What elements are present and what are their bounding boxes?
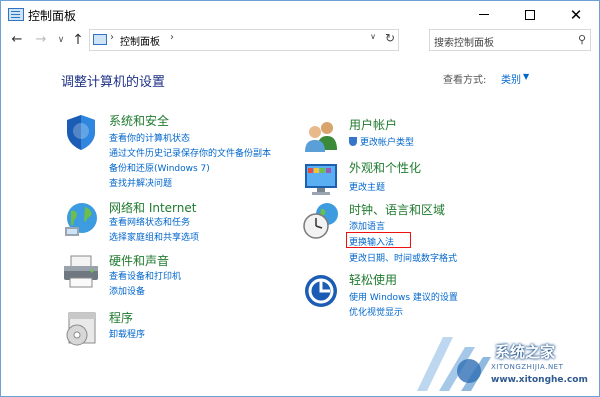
watermark: 系统之家 XITONGZHIJIA.NET www.xitonghe.com (399, 331, 599, 396)
search-input[interactable]: 搜索控制面板 (434, 34, 494, 49)
link-add-device[interactable]: 添加设备 (109, 284, 145, 297)
category-system-security: 系统和安全 查看你的计算机状态 通过文件历史记录保存你的文件备份副本 备份和还原… (61, 112, 311, 192)
link-label[interactable]: 更改帐户类型 (360, 138, 414, 148)
link-uninstall-program[interactable]: 卸载程序 (109, 327, 145, 340)
category-appearance-personalization: 外观和个性化 更改主题 (301, 159, 591, 195)
link-homegroup-sharing[interactable]: 选择家庭组和共享选项 (109, 230, 199, 243)
clock-globe-icon (303, 203, 338, 239)
control-panel-icon (93, 34, 107, 45)
maximize-button[interactable] (507, 1, 553, 29)
address-bar[interactable]: › 控制面板 › ∨ ↻ (89, 29, 399, 51)
link-optimize-visual-display[interactable]: 优化视觉显示 (349, 305, 403, 318)
forward-button[interactable]: → (33, 31, 49, 49)
category-title[interactable]: 系统和安全 (109, 112, 169, 129)
category-network-internet: 网络和 Internet 查看网络状态和任务 选择家庭组和共享选项 (61, 199, 311, 245)
maximize-icon (525, 9, 535, 20)
link-devices-printers[interactable]: 查看设备和打印机 (109, 269, 181, 282)
uac-shield-icon (349, 137, 357, 146)
forward-arrow-icon: → (35, 32, 47, 47)
recent-locations-button[interactable]: ∨ (53, 31, 69, 49)
link-add-language[interactable]: 添加语言 (349, 219, 385, 232)
close-icon: ✕ (569, 6, 583, 24)
navigation-bar: ← → ∨ ↑ › 控制面板 › ∨ ↻ 搜索控制面板 ⚲ (1, 29, 599, 51)
view-by-label: 查看方式: (443, 75, 487, 86)
category-title[interactable]: 硬件和声音 (109, 252, 169, 269)
category-hardware-sound: 硬件和声音 查看设备和打印机 添加设备 (61, 252, 311, 298)
link-backup-restore[interactable]: 备份和还原(Windows 7) (109, 161, 210, 174)
category-ease-of-access: 轻松使用 使用 Windows 建议的设置 优化视觉显示 (301, 271, 591, 321)
watermark-url: www.xitonghe.com (491, 375, 588, 385)
view-by-dropdown[interactable]: 类别 (501, 71, 521, 86)
control-panel-icon (8, 8, 24, 21)
title-bar: 控制面板 ✕ (1, 1, 599, 29)
minimize-icon (479, 14, 489, 15)
users-icon (305, 122, 337, 152)
link-view-computer-status[interactable]: 查看你的计算机状态 (109, 131, 190, 144)
close-button[interactable]: ✕ (553, 1, 599, 29)
programs-disc-icon (66, 312, 96, 346)
control-panel-window: 控制面板 ✕ ← → ∨ ↑ › 控制面板 › ∨ ↻ 搜索控制面板 ⚲ 调整计… (0, 0, 600, 397)
link-change-account-type[interactable]: 更改帐户类型 (349, 135, 414, 148)
highlight-box (346, 232, 411, 248)
watermark-logo (417, 337, 491, 391)
link-change-theme[interactable]: 更改主题 (349, 180, 385, 193)
chevron-right-icon[interactable]: › (110, 32, 114, 43)
refresh-icon[interactable]: ↻ (385, 31, 395, 45)
category-title[interactable]: 时钟、语言和区域 (349, 201, 445, 218)
back-arrow-icon: ← (11, 32, 23, 47)
search-icon[interactable]: ⚲ (578, 33, 586, 46)
search-box[interactable]: 搜索控制面板 ⚲ (429, 29, 591, 51)
printer-icon (64, 255, 98, 288)
category-title[interactable]: 用户帐户 (349, 116, 397, 133)
category-programs: 程序 卸载程序 (61, 309, 311, 349)
monitor-colors-icon (305, 164, 337, 195)
watermark-name: 系统之家 (495, 343, 556, 361)
category-user-accounts: 用户帐户 更改帐户类型 (301, 116, 591, 152)
up-arrow-icon: ↑ (72, 32, 84, 48)
chevron-right-icon[interactable]: › (170, 32, 174, 43)
breadcrumb-control-panel[interactable]: 控制面板 (120, 33, 160, 48)
watermark-pinyin: XITONGZHIJIA.NET (491, 363, 564, 371)
link-windows-recommended-settings[interactable]: 使用 Windows 建议的设置 (349, 290, 458, 303)
up-button[interactable]: ↑ (70, 31, 86, 49)
link-change-date-time-format[interactable]: 更改日期、时间或数字格式 (349, 251, 457, 264)
minimize-button[interactable] (461, 1, 507, 29)
category-title[interactable]: 网络和 Internet (109, 199, 196, 216)
dropdown-arrow-icon[interactable]: ▼ (523, 72, 529, 81)
ease-of-access-icon (305, 275, 337, 307)
chevron-down-icon: ∨ (57, 35, 65, 45)
category-title[interactable]: 程序 (109, 309, 133, 326)
category-clock-language-region: 时钟、语言和区域 添加语言 更换输入法 更改日期、时间或数字格式 (301, 201, 591, 264)
network-globe-icon (65, 203, 97, 236)
category-title[interactable]: 轻松使用 (349, 271, 397, 288)
address-dropdown-icon[interactable]: ∨ (370, 32, 376, 41)
shield-icon (67, 115, 95, 150)
link-network-status[interactable]: 查看网络状态和任务 (109, 215, 190, 228)
back-button[interactable]: ← (9, 31, 25, 49)
category-title[interactable]: 外观和个性化 (349, 159, 421, 176)
link-file-history-backup[interactable]: 通过文件历史记录保存你的文件备份副本 (109, 146, 271, 159)
link-troubleshoot[interactable]: 查找并解决问题 (109, 176, 172, 189)
window-title: 控制面板 (28, 9, 77, 23)
page-title: 调整计算机的设置 (61, 75, 166, 90)
